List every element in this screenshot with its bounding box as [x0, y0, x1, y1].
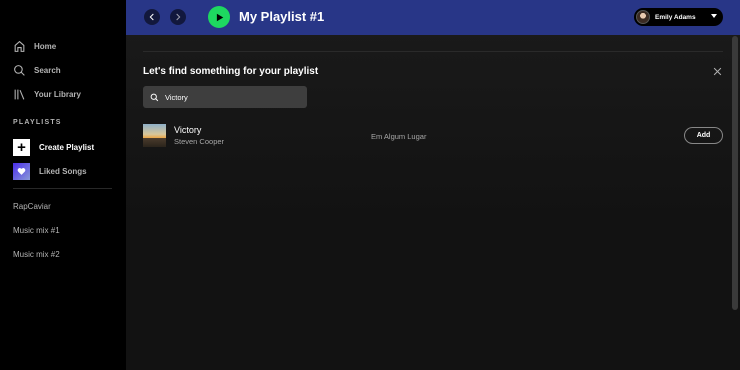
playlists-section-title: PLAYLISTS — [13, 119, 62, 126]
nav-library[interactable]: Your Library — [12, 84, 81, 104]
nav-home-label: Home — [34, 41, 57, 51]
playlist-title: My Playlist #1 — [239, 9, 325, 24]
liked-songs-label: Liked Songs — [39, 167, 87, 176]
caret-down-icon — [711, 14, 717, 18]
avatar — [636, 10, 650, 24]
forward-button[interactable] — [170, 9, 186, 25]
sidebar: Home Search Your Library PLAYLISTS + Cre… — [0, 0, 126, 370]
sidebar-playlist-item[interactable]: Music mix #2 — [13, 250, 60, 259]
play-icon — [216, 13, 223, 21]
back-button[interactable] — [144, 9, 160, 25]
track-title: Victory — [174, 125, 202, 135]
nav-search-label: Search — [34, 65, 61, 75]
library-icon — [12, 87, 26, 101]
create-playlist-button[interactable]: + Create Playlist — [13, 139, 94, 156]
user-name: Emily Adams — [655, 13, 696, 21]
heart-icon — [13, 163, 30, 180]
liked-songs-button[interactable]: Liked Songs — [13, 163, 87, 180]
add-button[interactable]: Add — [684, 127, 723, 144]
play-button[interactable] — [208, 6, 230, 28]
search-icon — [150, 93, 159, 102]
find-heading: Let's find something for your playlist — [143, 66, 319, 77]
search-field[interactable] — [143, 86, 307, 108]
sidebar-divider — [13, 188, 112, 189]
main-content: My Playlist #1 Emily Adams Let's find so… — [126, 0, 740, 370]
nav-library-label: Your Library — [34, 89, 81, 99]
search-input[interactable] — [165, 92, 295, 102]
scrollbar[interactable] — [732, 36, 738, 310]
nav-home[interactable]: Home — [12, 36, 56, 56]
track-artist[interactable]: Steven Cooper — [174, 137, 224, 146]
search-icon — [12, 63, 26, 77]
chevron-right-icon — [176, 13, 181, 21]
create-playlist-label: Create Playlist — [39, 143, 95, 152]
close-icon — [713, 67, 721, 75]
sidebar-playlist-item[interactable]: RapCaviar — [13, 202, 51, 211]
home-icon — [12, 39, 26, 53]
user-menu-button[interactable]: Emily Adams — [634, 8, 723, 26]
chevron-left-icon — [149, 13, 154, 21]
section-divider — [143, 51, 723, 52]
album-cover — [143, 124, 166, 147]
track-result-row[interactable]: Victory Steven Cooper Em Algum Lugar Add — [143, 122, 723, 150]
top-bar: My Playlist #1 Emily Adams — [126, 0, 740, 35]
close-search-button[interactable] — [711, 65, 723, 77]
plus-icon: + — [13, 139, 30, 156]
nav-search[interactable]: Search — [12, 60, 61, 80]
sidebar-playlist-item[interactable]: Music mix #1 — [13, 226, 60, 235]
track-album[interactable]: Em Algum Lugar — [371, 132, 426, 141]
